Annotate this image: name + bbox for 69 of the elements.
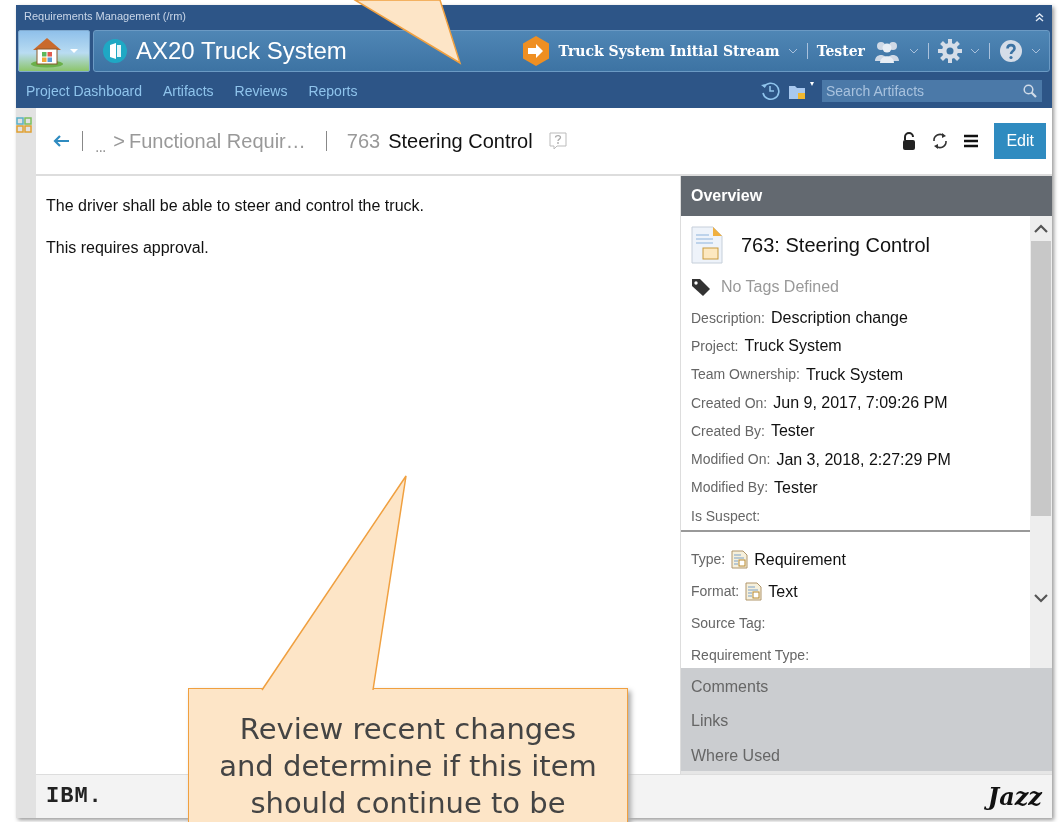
- back-arrow-icon[interactable]: [52, 134, 70, 148]
- field-value: Jan 3, 2018, 2:27:29 PM: [776, 449, 951, 470]
- nav-link[interactable]: Artifacts: [162, 80, 214, 102]
- lock-icon[interactable]: [902, 132, 917, 150]
- search-field[interactable]: Search Artifacts: [822, 80, 1042, 102]
- field-label: Format:: [691, 582, 740, 601]
- nav-link[interactable]: Reports: [308, 80, 358, 102]
- field-value: Text: [768, 581, 798, 602]
- field-value: Requirement: [754, 549, 846, 570]
- field-value: Truck System: [805, 364, 904, 385]
- requirement-icon: [745, 582, 763, 601]
- panel-header[interactable]: Overview: [681, 176, 1052, 216]
- section-header[interactable]: Links: [681, 702, 1052, 737]
- field-value: Truck System: [744, 336, 842, 357]
- nav-link[interactable]: Reviews: [234, 80, 288, 102]
- paragraph: This requires approval.: [46, 238, 210, 258]
- breadcrumb-link[interactable]: Functional Requir…: [129, 126, 306, 156]
- scrollbar[interactable]: [1030, 216, 1052, 530]
- artifact-heading: 763: Steering Control: [741, 233, 930, 258]
- help-icon[interactable]: [548, 132, 567, 150]
- field-value: Description change: [770, 308, 908, 329]
- artifact-id: 763: [346, 129, 381, 154]
- people-icon[interactable]: [873, 39, 901, 63]
- field-label: Created By:: [691, 421, 765, 441]
- tag-icon: [691, 278, 711, 296]
- breadcrumb-separator: >: [113, 129, 126, 154]
- field-label: Created On:: [691, 393, 768, 413]
- scroll-thumb[interactable]: [1031, 241, 1051, 516]
- menu-icon[interactable]: [964, 134, 979, 148]
- help-icon[interactable]: [999, 39, 1023, 63]
- app-title: Requirements Management (/rm): [24, 9, 186, 25]
- project-icon: [102, 38, 128, 64]
- field-label: Type:: [691, 550, 726, 569]
- user-name[interactable]: Tester: [816, 40, 865, 62]
- field-label: Is Suspect:: [691, 506, 761, 526]
- company-logo: IBM.: [46, 783, 103, 811]
- artifact-title: Steering Control: [388, 129, 533, 154]
- field-label: Modified On:: [691, 450, 771, 470]
- callout-note: Review recent changes and determine if this item should continue to be: [188, 688, 628, 822]
- field-label: Description:: [691, 308, 765, 328]
- chevron-up-icon[interactable]: [1034, 224, 1048, 233]
- section-header[interactable]: Comments: [681, 667, 1052, 702]
- field-value: Tester: [770, 421, 815, 442]
- home-button[interactable]: [18, 30, 90, 72]
- stream-selector[interactable]: Truck System Initial Stream: [558, 40, 780, 62]
- paragraph: The driver shall be able to steer and control the truck.: [46, 196, 425, 216]
- stream-icon: [520, 35, 551, 67]
- field-label: Source Tag:: [691, 614, 766, 633]
- field-value: Tester: [774, 477, 818, 498]
- tags-text: No Tags Defined: [721, 277, 839, 297]
- field-label: Modified By:: [691, 478, 769, 498]
- field-label: Team Ownership:: [691, 365, 800, 385]
- field-label: Requirement Type:: [691, 646, 810, 665]
- refresh-icon[interactable]: [932, 132, 949, 150]
- field-value: Jun 9, 2017, 7:09:26 PM: [773, 393, 948, 414]
- project-name[interactable]: AX20 Truck System: [136, 33, 347, 69]
- history-icon[interactable]: [760, 81, 780, 101]
- section-header[interactable]: Where Used: [681, 736, 1052, 771]
- breadcrumb-ellipsis[interactable]: ...: [95, 135, 106, 159]
- document-icon: [691, 226, 723, 264]
- edit-button[interactable]: Edit: [994, 123, 1046, 159]
- settings-icon[interactable]: [938, 39, 962, 63]
- collapse-icon[interactable]: [1035, 11, 1044, 22]
- search-icon[interactable]: [1023, 84, 1037, 98]
- nav-link[interactable]: Project Dashboard: [26, 80, 142, 102]
- caret-icon: [69, 48, 79, 54]
- requirement-icon: [731, 550, 749, 569]
- field-label: Project:: [691, 336, 739, 356]
- chevron-down-icon[interactable]: [1034, 594, 1048, 603]
